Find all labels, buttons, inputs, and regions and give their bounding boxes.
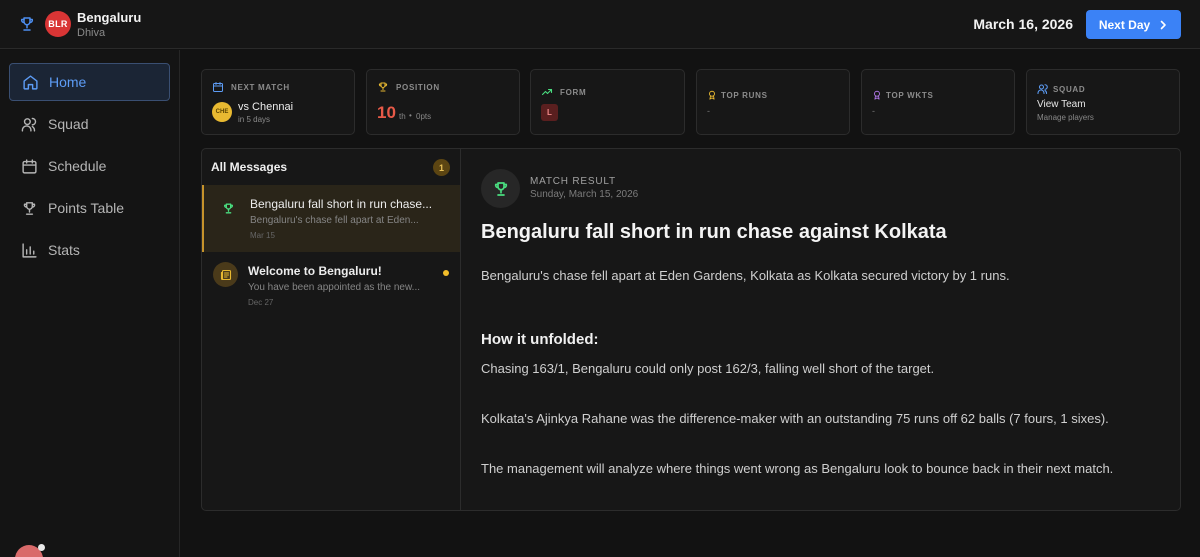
top-wkts-label: Top Wkts [886, 90, 934, 100]
current-date: March 16, 2026 [973, 16, 1073, 32]
trophy-icon [23, 201, 36, 215]
message-detail: Match Result Sunday, March 15, 2026 Beng… [462, 149, 1180, 510]
sidebar-item-squad[interactable]: Squad [9, 105, 170, 143]
team-badge: BLR [45, 11, 71, 37]
sidebar-item-home[interactable]: Home [9, 63, 170, 101]
detail-date: Sunday, March 15, 2026 [530, 189, 639, 200]
top-wkts-value: - [872, 106, 875, 116]
form-card[interactable]: Form L [530, 69, 685, 135]
sidebar-item-label: Points Table [48, 200, 125, 216]
message-date: Mar 15 [250, 231, 275, 240]
messages-panel: All Messages 1 Bengaluru fall short in r… [201, 148, 1181, 511]
message-preview: You have been appointed as the new... [248, 282, 420, 293]
top-runs-value: - [707, 106, 710, 116]
trophy-icon [20, 17, 34, 31]
sidebar: Home Squad Schedule Points Table Stats [0, 50, 180, 557]
detail-section-title: How it unfolded: [481, 331, 599, 348]
sidebar-item-stats[interactable]: Stats [9, 231, 170, 269]
trophy-icon [223, 203, 234, 214]
message-title: Welcome to Bengaluru! [248, 264, 382, 278]
top-runs-label: Top Runs [721, 90, 768, 100]
position-card[interactable]: Position 10 th • 0pts [366, 69, 520, 135]
position-separator: • [409, 111, 412, 120]
newspaper-icon [220, 269, 231, 280]
manage-players-text: Manage players [1037, 113, 1094, 122]
list-item[interactable]: Bengaluru fall short in run chase... Ben… [202, 185, 460, 252]
detail-icon-wrap [481, 169, 520, 208]
message-preview: Bengaluru's chase fell apart at Eden... [250, 215, 419, 226]
detail-paragraph: The management will analyze where things… [481, 461, 1114, 476]
position-points: 0pts [416, 112, 432, 121]
next-match-label: Next Match [231, 82, 290, 92]
team-name: Bengaluru [77, 10, 142, 25]
opponent-badge: CHE [212, 102, 232, 122]
home-icon [23, 74, 38, 90]
position-suffix: th [399, 112, 406, 121]
sidebar-item-label: Schedule [48, 158, 107, 174]
squad-card[interactable]: Squad View Team Manage players [1026, 69, 1180, 135]
message-list: All Messages 1 Bengaluru fall short in r… [202, 149, 461, 510]
next-match-countdown: in 5 days [238, 115, 271, 124]
sidebar-item-label: Home [49, 74, 87, 90]
sidebar-item-schedule[interactable]: Schedule [9, 147, 170, 185]
unread-count-badge: 1 [433, 159, 450, 176]
form-label: Form [560, 87, 587, 97]
next-day-button[interactable]: Next Day [1086, 10, 1181, 39]
message-icon-wrap [213, 262, 238, 287]
sidebar-item-label: Squad [48, 116, 89, 132]
list-item[interactable]: Welcome to Bengaluru! You have been appo… [202, 252, 460, 319]
message-title: Bengaluru fall short in run chase... [250, 197, 433, 211]
detail-paragraph: Chasing 163/1, Bengaluru could only post… [481, 361, 935, 376]
form-result-badge: L [541, 104, 558, 121]
sidebar-item-points-table[interactable]: Points Table [9, 189, 170, 227]
message-list-title: All Messages [211, 160, 288, 174]
next-match-card[interactable]: Next Match CHE vs Chennai in 5 days [201, 69, 355, 135]
view-team-link[interactable]: View Team [1037, 99, 1086, 110]
avatar-status-dot [38, 544, 45, 551]
position-label: Position [396, 82, 440, 92]
users-icon [21, 117, 37, 132]
trophy-icon [494, 181, 507, 196]
next-day-label: Next Day [1098, 17, 1151, 32]
sidebar-item-label: Stats [48, 242, 80, 258]
detail-paragraph: Kolkata's Ajinkya Rahane was the differe… [481, 411, 1109, 426]
calendar-icon [22, 158, 37, 174]
award-icon [874, 90, 880, 100]
detail-summary: Bengaluru's chase fell apart at Eden Gar… [481, 268, 1010, 283]
squad-label: Squad [1053, 84, 1086, 94]
message-date: Dec 27 [248, 298, 274, 307]
position-value: 10 [377, 103, 396, 122]
opponent-name: vs Chennai [238, 101, 294, 113]
bar-chart-icon [22, 242, 37, 258]
top-wkts-card[interactable]: Top Wkts - [861, 69, 1015, 135]
calendar-icon [213, 82, 223, 92]
top-bar: BLR Bengaluru Dhiva March 16, 2026 Next … [0, 0, 1200, 49]
detail-headline: Bengaluru fall short in run chase agains… [481, 221, 947, 243]
trending-up-icon [541, 88, 553, 96]
chevron-right-icon [1160, 20, 1166, 29]
unread-dot [443, 270, 449, 276]
users-icon [1037, 84, 1048, 95]
trophy-icon [378, 82, 388, 92]
award-icon [709, 90, 715, 100]
detail-kind: Match Result [530, 176, 616, 187]
manager-name: Dhiva [77, 27, 106, 39]
top-runs-card[interactable]: Top Runs - [696, 69, 850, 135]
